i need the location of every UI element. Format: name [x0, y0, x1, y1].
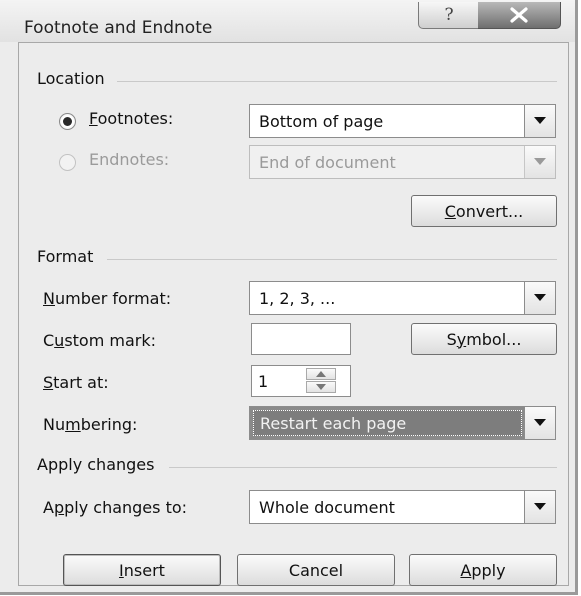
start-at-spinner[interactable]: 1 [251, 365, 351, 397]
footnotes-label: Footnotes: [89, 109, 174, 128]
numbering-dropdown-arrow[interactable] [524, 407, 555, 439]
apply-changes-to-label: Apply changes to: [43, 498, 188, 517]
close-button[interactable] [478, 2, 561, 29]
symbol-label: Symbol... [446, 329, 522, 349]
apply-label: Apply [460, 560, 506, 580]
start-at-value: 1 [258, 372, 269, 391]
cancel-label: Cancel [288, 560, 344, 580]
format-divider [107, 259, 557, 260]
chevron-down-icon [534, 503, 546, 510]
apply-changes-group-label: Apply changes [37, 455, 155, 474]
location-group-label: Location [37, 69, 105, 88]
apply-changes-dropdown-arrow[interactable] [524, 491, 555, 523]
convert-button[interactable]: Convert... [411, 195, 557, 227]
spin-down-button[interactable] [306, 381, 336, 393]
format-group-label: Format [37, 247, 94, 266]
number-format-select[interactable]: 1, 2, 3, ... [249, 281, 556, 315]
endnotes-label: Endnotes: [89, 150, 170, 169]
apply-changes-divider [169, 467, 557, 468]
endnotes-dropdown-arrow[interactable] [524, 146, 555, 178]
arrow-down-icon [316, 384, 326, 390]
number-format-dropdown-arrow[interactable] [524, 282, 555, 314]
start-at-label: Start at: [43, 373, 109, 392]
footnotes-radio-dot [63, 117, 72, 126]
dialog-title: Footnote and Endnote [24, 18, 213, 38]
chevron-down-icon [534, 158, 546, 165]
endnotes-position-select[interactable]: End of document [249, 145, 556, 179]
numbering-value: Restart each page [253, 410, 522, 436]
apply-changes-to-value: Whole document [259, 498, 395, 517]
number-format-value: 1, 2, 3, ... [259, 289, 336, 308]
help-icon: ? [444, 5, 454, 25]
apply-button[interactable]: Apply [409, 554, 557, 586]
footnotes-dropdown-arrow[interactable] [524, 105, 555, 137]
insert-button[interactable]: Insert [63, 554, 221, 586]
numbering-label: Numbering: [43, 415, 138, 434]
footnotes-position-value: Bottom of page [259, 112, 384, 131]
cancel-button[interactable]: Cancel [237, 554, 395, 586]
symbol-button[interactable]: Symbol... [411, 323, 557, 355]
endnotes-position-value: End of document [259, 153, 396, 172]
dialog-body: Location Footnotes: Bottom of page Endno… [18, 42, 569, 586]
help-button[interactable]: ? [418, 2, 480, 29]
apply-changes-to-select[interactable]: Whole document [249, 490, 556, 524]
endnotes-radio[interactable] [59, 154, 76, 171]
chevron-down-icon [534, 117, 546, 124]
chevron-down-icon [534, 294, 546, 301]
footnotes-radio[interactable] [59, 113, 76, 130]
convert-label: Convert... [444, 201, 524, 221]
custom-mark-input[interactable] [251, 323, 351, 355]
arrow-up-icon [316, 371, 326, 377]
spin-up-button[interactable] [306, 368, 336, 380]
custom-mark-label: Custom mark: [43, 331, 157, 350]
number-format-label: Number format: [43, 289, 172, 308]
location-divider [117, 81, 557, 82]
title-bar[interactable]: Footnote and Endnote ? [0, 0, 575, 42]
start-at-spin-buttons [306, 368, 336, 394]
footnotes-position-select[interactable]: Bottom of page [249, 104, 556, 138]
insert-label: Insert [119, 560, 165, 580]
footnote-endnote-dialog: Footnote and Endnote ? Location Footnote… [0, 0, 578, 595]
close-icon [510, 7, 528, 23]
numbering-select[interactable]: Restart each page [249, 406, 556, 440]
chevron-down-icon [534, 419, 546, 426]
